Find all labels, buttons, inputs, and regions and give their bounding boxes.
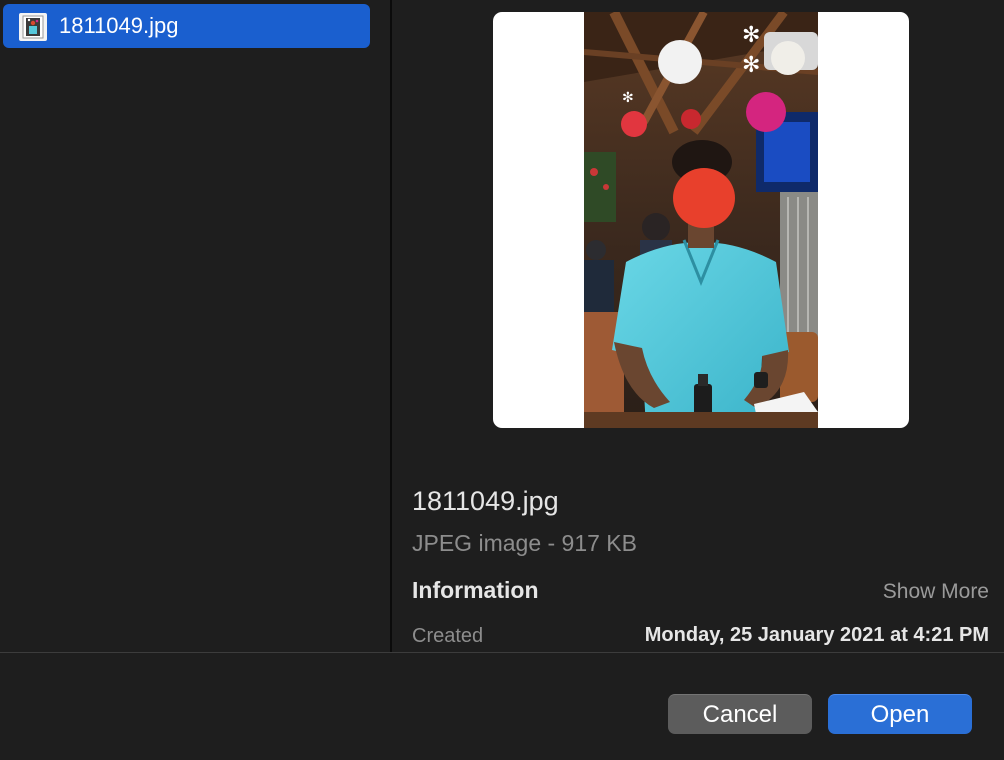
created-label: Created [412, 625, 484, 647]
file-kind-size: JPEG image - 917 KB [412, 530, 637, 556]
preview-file-name: 1811049.jpg [412, 486, 559, 516]
created-value: Monday, 25 January 2021 at 4:21 PM [644, 624, 989, 646]
svg-text:✻: ✻ [622, 90, 634, 106]
svg-text:✻: ✻ [742, 53, 760, 78]
information-heading: Information [412, 577, 539, 603]
open-file-dialog: 1811049.jpg ✻ ✻ ✻ 1811049.jpg JPEG image… [0, 0, 1004, 760]
file-list[interactable]: 1811049.jpg [0, 0, 390, 652]
preview-photo: ✻ ✻ ✻ [584, 12, 818, 428]
file-name-label: 1811049.jpg [59, 13, 179, 38]
cancel-button[interactable]: Cancel [668, 694, 812, 734]
open-button[interactable]: Open [828, 694, 972, 734]
list-item-selected-file[interactable]: 1811049.jpg [3, 4, 370, 48]
image-file-icon [19, 13, 47, 41]
svg-text:✻: ✻ [742, 23, 760, 48]
preview-pane: ✻ ✻ ✻ 1811049.jpg JPEG image - 917 KB In… [392, 0, 1004, 652]
image-preview: ✻ ✻ ✻ [493, 12, 909, 428]
dialog-footer: Cancel Open [0, 653, 1004, 760]
show-more-link[interactable]: Show More [883, 578, 989, 606]
